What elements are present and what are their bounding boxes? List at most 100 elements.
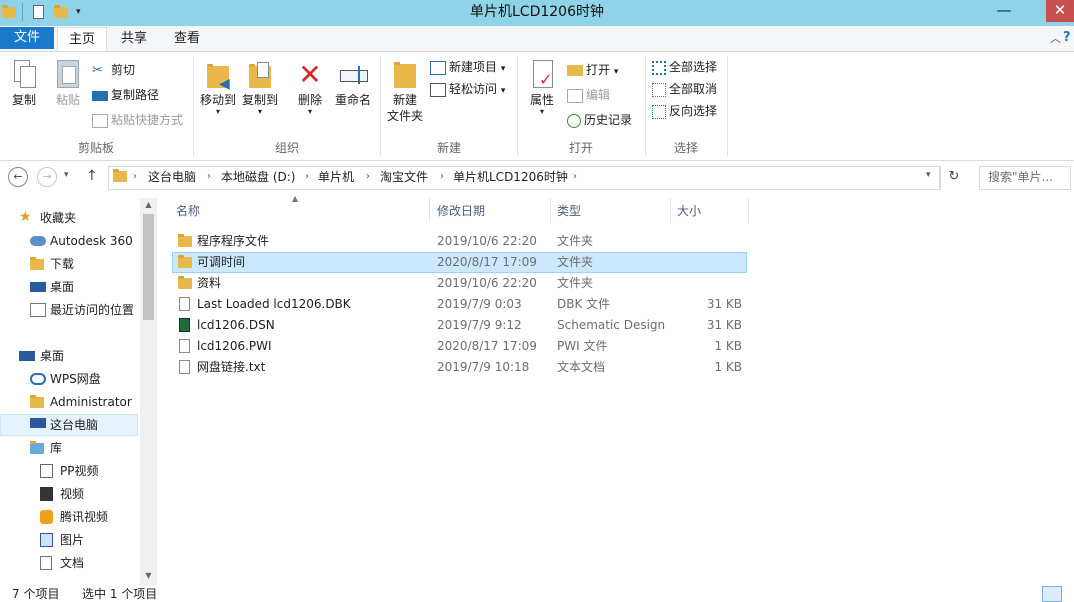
column-header-type[interactable]: 类型 [553, 198, 671, 224]
file-date: 2020/8/17 17:09 [437, 255, 537, 269]
file-row[interactable]: 网盘链接.txt 2019/7/9 10:18 文本文档 1 KB [172, 357, 747, 378]
column-header-name[interactable]: 名称 [172, 198, 432, 224]
breadcrumb-taobao[interactable]: 淘宝文件 [380, 166, 428, 188]
new-folder-icon [390, 58, 420, 92]
file-row[interactable]: Last Loaded lcd1206.DBK 2019/7/9 0:03 DB… [172, 294, 747, 315]
file-type: 文件夹 [557, 234, 594, 248]
select-none-label: 全部取消 [669, 82, 718, 96]
scroll-down-icon[interactable]: ▼ [143, 571, 154, 585]
refresh-button[interactable]: ↻ [940, 166, 967, 190]
column-divider[interactable] [670, 198, 671, 222]
file-type: 文本文档 [557, 360, 606, 374]
minimize-button[interactable]: — [990, 0, 1018, 22]
close-button[interactable]: ✕ [1046, 0, 1074, 22]
file-size: 31 KB [706, 297, 742, 311]
file-name: 可调时间 [197, 255, 246, 269]
forward-button[interactable]: → [37, 167, 57, 187]
chevron-right-icon[interactable]: › [207, 166, 211, 188]
delete-button[interactable]: ✕ 删除 ▾ [290, 58, 330, 120]
breadcrumb-current[interactable]: 单片机LCD1206时钟 [453, 166, 568, 188]
paste-label: 粘贴 [55, 93, 80, 107]
copy-button[interactable]: 复制 [6, 58, 42, 114]
select-none-button[interactable]: 全部取消 [652, 79, 717, 99]
properties-icon: ✓ [527, 58, 557, 92]
file-row[interactable]: lcd1206.DSN 2019/7/9 9:12 Schematic Desi… [172, 315, 747, 336]
file-size: 31 KB [706, 318, 742, 332]
group-label-clipboard: 剪贴板 [77, 141, 114, 155]
dropdown-arrow-icon: ▾ [257, 107, 262, 116]
file-row[interactable]: 资料 2019/10/6 22:20 文件夹 [172, 273, 747, 294]
tab-home[interactable]: 主页 [57, 27, 107, 52]
easy-access-label: 轻松访问 [449, 82, 498, 96]
dropdown-arrow-icon: ▾ [500, 64, 506, 74]
move-to-icon: ◀ [203, 58, 233, 92]
tab-file[interactable]: 文件 [0, 27, 54, 49]
user-folder-icon [30, 395, 46, 409]
select-all-button[interactable]: 全部选择 [652, 57, 717, 77]
column-header-date[interactable]: 修改日期 [433, 198, 553, 224]
dropdown-arrow-icon: ▾ [215, 107, 220, 116]
properties-icon[interactable] [32, 4, 46, 20]
file-date: 2020/8/17 17:09 [437, 339, 537, 353]
collapse-ribbon-icon[interactable]: ︿ [1050, 30, 1064, 46]
nav-item-this-pc[interactable]: 这台电脑 [0, 414, 138, 436]
chevron-right-icon[interactable]: › [366, 166, 370, 188]
quick-access-dropdown-icon[interactable]: ▾ [76, 4, 86, 20]
recent-locations-dropdown-icon[interactable]: ▾ [64, 170, 76, 184]
new-item-icon [430, 60, 446, 75]
file-type: 文件夹 [557, 255, 594, 269]
breadcrumb-this-pc[interactable]: 这台电脑 [148, 166, 196, 188]
file-type: 文件夹 [557, 276, 594, 290]
desktop-icon [19, 351, 35, 361]
paste-button: 粘贴 [50, 58, 86, 114]
window-title: 单片机LCD1206时钟 [470, 4, 604, 20]
easy-access-button[interactable]: 轻松访问 ▾ [430, 79, 505, 99]
rename-button[interactable]: 重命名 [332, 58, 374, 114]
copy-path-button[interactable]: 复制路径 [92, 85, 159, 105]
large-icons-view-button[interactable] [1064, 586, 1074, 602]
file-row[interactable]: 程序程序文件 2019/10/6 22:20 文件夹 [172, 231, 747, 252]
up-button[interactable]: ↑ [86, 168, 102, 186]
breadcrumb-mcu[interactable]: 单片机 [318, 166, 354, 188]
chevron-right-icon[interactable]: › [440, 166, 444, 188]
new-item-button[interactable]: 新建项目 ▾ [430, 57, 505, 77]
tab-view[interactable]: 查看 [164, 27, 210, 51]
details-view-button[interactable] [1042, 586, 1062, 602]
open-button[interactable]: 打开 ▾ [567, 60, 618, 80]
copy-to-button[interactable]: 复制到 ▾ [240, 58, 280, 120]
file-row[interactable]: lcd1206.PWI 2020/8/17 17:09 PWI 文件 1 KB [172, 336, 747, 357]
help-icon[interactable]: ? [1063, 30, 1073, 46]
chevron-right-icon[interactable]: › [305, 166, 309, 188]
move-to-button[interactable]: ◀ 移动到 ▾ [198, 58, 238, 120]
nav-scrollbar-thumb[interactable] [143, 214, 154, 320]
wps-cloud-icon [30, 373, 46, 385]
delete-x-icon: ✕ [298, 58, 322, 91]
column-divider[interactable] [550, 198, 551, 222]
cut-button[interactable]: ✂ 剪切 [92, 60, 135, 80]
chevron-right-icon[interactable]: › [133, 166, 137, 188]
column-divider[interactable] [748, 198, 749, 222]
selection-count: 选中 1 个项目 [82, 587, 158, 601]
back-button[interactable]: ← [8, 167, 28, 187]
tab-share[interactable]: 共享 [112, 27, 156, 51]
search-placeholder: 搜索"单片... [988, 170, 1053, 184]
paste-icon [54, 58, 82, 92]
file-row-selected[interactable]: 可调时间 2020/8/17 17:09 文件夹 [172, 252, 747, 273]
file-date: 2019/7/9 10:18 [437, 360, 530, 374]
breadcrumb-drive-d[interactable]: 本地磁盘 (D:) [221, 166, 295, 188]
invert-selection-label: 反向选择 [669, 104, 718, 118]
column-header-size[interactable]: 大小 [673, 198, 749, 224]
delete-label: 删除 [297, 93, 322, 107]
column-divider[interactable] [429, 198, 430, 222]
chevron-right-icon[interactable]: › [573, 166, 577, 188]
arrow-up-icon: ↑ [86, 168, 98, 184]
properties-button[interactable]: ✓ 属性 ▾ [522, 58, 562, 120]
history-button[interactable]: 历史记录 [567, 110, 632, 130]
new-folder-button[interactable]: 新建 文件夹 [384, 58, 426, 130]
invert-selection-button[interactable]: 反向选择 [652, 101, 717, 121]
new-folder-label: 新建 文件夹 [386, 93, 423, 123]
new-folder-icon[interactable] [54, 4, 68, 20]
scroll-up-icon[interactable]: ▲ [143, 200, 154, 214]
dropdown-arrow-icon: ▾ [539, 107, 544, 116]
address-dropdown-icon[interactable]: ▾ [926, 170, 936, 184]
